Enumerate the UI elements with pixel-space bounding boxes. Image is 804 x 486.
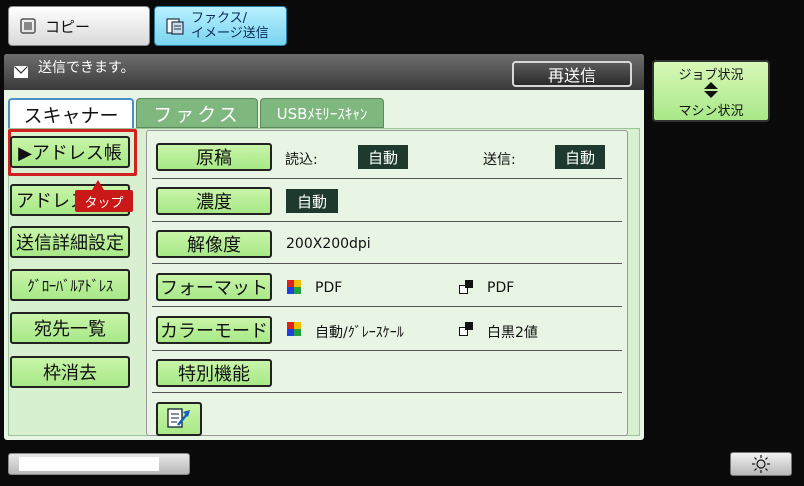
density-button[interactable]: 濃度 bbox=[156, 187, 272, 215]
tab-usb-memory-scan[interactable]: USBﾒﾓﾘｰｽｷｬﾝ bbox=[260, 98, 384, 128]
send-detail-settings-button[interactable]: 送信詳細設定 bbox=[10, 226, 130, 258]
job-status-label: ジョブ状況 bbox=[678, 68, 744, 83]
special-functions-button[interactable]: 特別機能 bbox=[156, 359, 272, 387]
original-read-value: 自動 bbox=[358, 145, 408, 169]
original-send-value: 自動 bbox=[555, 145, 605, 169]
original-button[interactable]: 原稿 bbox=[156, 143, 272, 171]
original-send-label: 送信: bbox=[483, 152, 516, 168]
tab-scanner[interactable]: スキャナー bbox=[8, 98, 134, 128]
row-divider bbox=[152, 263, 622, 264]
global-address-button[interactable]: ｸﾞﾛｰﾊﾞﾙｱﾄﾞﾚｽ bbox=[10, 269, 130, 301]
color-mode-bw-value: 白黒2値 bbox=[487, 325, 538, 341]
send-settings-icon-button[interactable] bbox=[156, 402, 202, 436]
row-divider bbox=[152, 178, 622, 179]
document-send-icon bbox=[167, 408, 190, 428]
toggle-arrows-icon bbox=[654, 82, 768, 98]
tap-callout: タップ bbox=[75, 190, 133, 212]
bw-mode-icon bbox=[459, 322, 473, 336]
resolution-value: 200X200dpi bbox=[286, 236, 371, 252]
format-button[interactable]: フォーマット bbox=[156, 273, 272, 301]
erase-button[interactable]: 枠消去 bbox=[10, 356, 130, 388]
brightness-icon bbox=[752, 455, 770, 473]
envelope-icon bbox=[14, 63, 28, 82]
status-bar: 送信できます。 再送信 bbox=[4, 54, 644, 90]
resend-button[interactable]: 再送信 bbox=[512, 61, 632, 87]
format-bw-value: PDF bbox=[487, 280, 515, 296]
format-color-value: PDF bbox=[315, 280, 343, 296]
mode-tab-fax-image-send[interactable]: ファクス/ イメージ送信 bbox=[154, 6, 287, 46]
address-book-button[interactable]: ▶アドレス帳 bbox=[10, 136, 130, 168]
tab-fax[interactable]: ファクス bbox=[136, 98, 258, 128]
mode-tab-fax-label-line1: ファクス/ bbox=[191, 11, 247, 26]
row-divider bbox=[152, 221, 622, 222]
status-message: 送信できます。 bbox=[38, 60, 135, 76]
color-mode-color-value: 自動/ｸﾞﾚｰｽｹｰﾙ bbox=[315, 325, 404, 341]
destination-list-button[interactable]: 宛先一覧 bbox=[10, 312, 130, 344]
row-divider bbox=[152, 306, 622, 307]
density-value: 自動 bbox=[286, 189, 338, 213]
tap-callout-arrow bbox=[92, 180, 104, 190]
brightness-button[interactable] bbox=[730, 452, 792, 476]
job-status-button[interactable]: ジョブ状況 マシン状況 bbox=[652, 60, 770, 122]
color-mode-icon bbox=[287, 322, 301, 336]
mode-tab-copy[interactable]: コピー bbox=[8, 6, 150, 46]
color-mode-icon bbox=[287, 280, 301, 294]
row-divider bbox=[152, 350, 622, 351]
original-read-label: 読込: bbox=[285, 152, 318, 168]
color-mode-button[interactable]: カラーモード bbox=[156, 316, 272, 344]
mode-tab-copy-label: コピー bbox=[45, 17, 91, 36]
progress-fill bbox=[19, 457, 159, 471]
mode-tab-fax-label-line2: イメージ送信 bbox=[191, 26, 269, 41]
bw-mode-icon bbox=[459, 280, 473, 294]
row-divider bbox=[152, 392, 622, 393]
progress-bar bbox=[8, 453, 190, 475]
machine-status-label: マシン状況 bbox=[678, 104, 744, 119]
copy-icon bbox=[19, 15, 39, 37]
fax-scan-icon bbox=[165, 15, 185, 37]
mode-tab-fax-label: ファクス/ イメージ送信 bbox=[191, 11, 269, 41]
resolution-button[interactable]: 解像度 bbox=[156, 230, 272, 258]
